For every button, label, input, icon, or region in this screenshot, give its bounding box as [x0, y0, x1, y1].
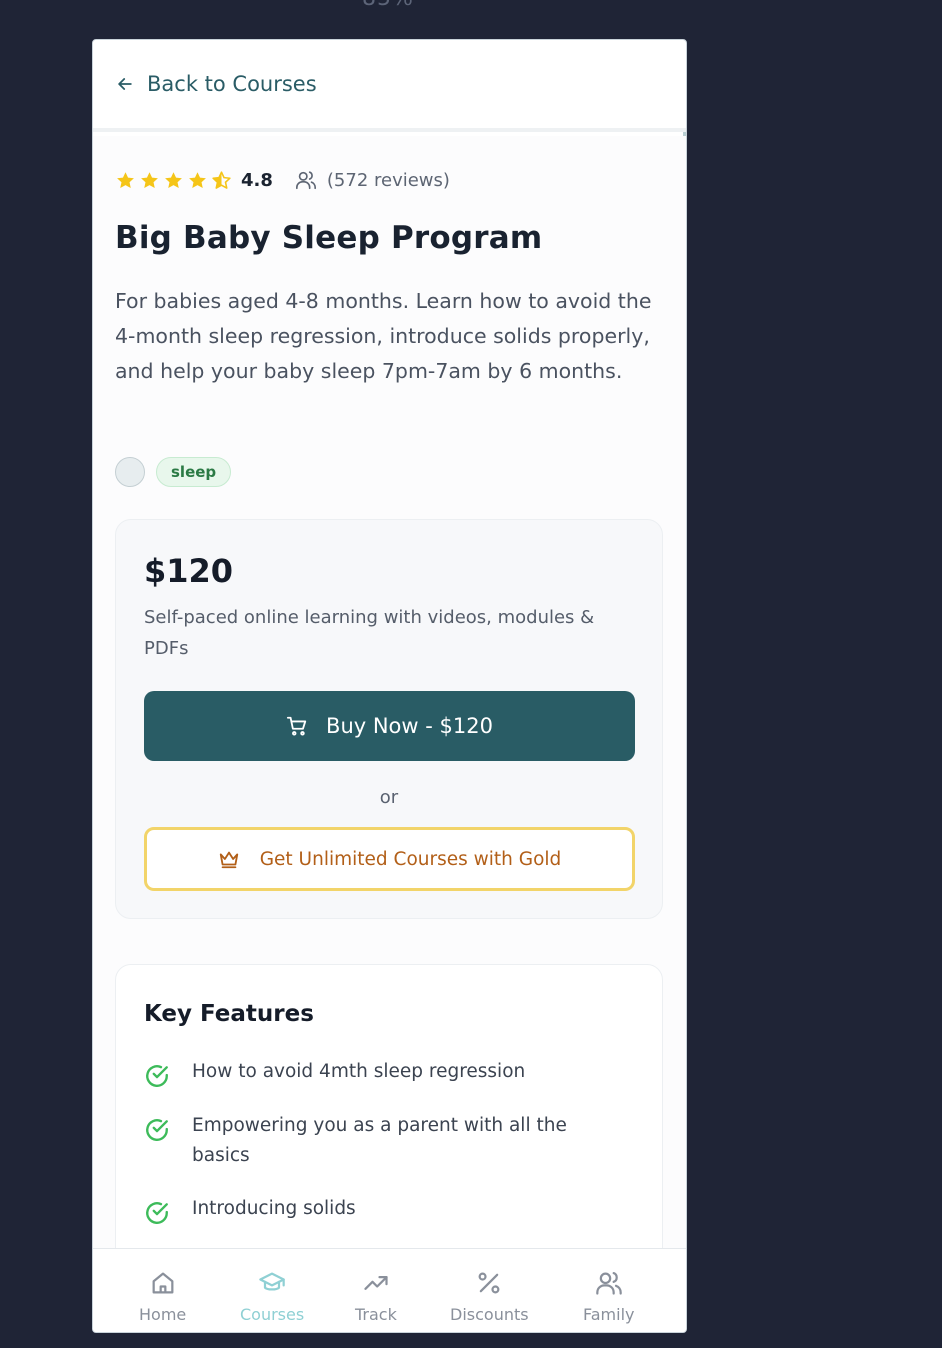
shopping-cart-icon	[286, 716, 307, 736]
buy-now-label: Buy Now - $120	[326, 714, 493, 738]
users-icon	[295, 171, 316, 190]
feature-item: Empowering you as a parent with all the …	[144, 1111, 624, 1171]
top-bar: Back to Courses	[93, 40, 686, 132]
nav-track[interactable]: Track	[355, 1269, 397, 1324]
course-title: Big Baby Sleep Program	[115, 220, 543, 256]
key-features-card: Key Features How to avoid 4mth sleep reg…	[115, 964, 663, 1294]
course-detail: 4.8 (572 reviews) Big Baby Sleep Program…	[93, 136, 686, 1294]
check-circle-icon	[146, 1119, 168, 1141]
star-icon	[117, 171, 134, 188]
feature-item: Introducing solids	[144, 1194, 624, 1226]
star-rating	[115, 170, 232, 191]
review-count[interactable]: (572 reviews)	[327, 170, 450, 191]
feature-text: How to avoid 4mth sleep regression	[192, 1061, 526, 1082]
get-gold-label: Get Unlimited Courses with Gold	[259, 848, 562, 870]
back-to-courses-link[interactable]: Back to Courses	[115, 72, 317, 96]
graduation-cap-icon	[259, 1272, 285, 1291]
feature-item: How to avoid 4mth sleep regression	[144, 1057, 624, 1089]
back-label: Back to Courses	[147, 72, 317, 96]
get-gold-button[interactable]: Get Unlimited Courses with Gold	[144, 827, 635, 891]
bottom-nav: Home Courses Track Discounts Family	[93, 1248, 686, 1332]
feature-text: Introducing solids	[192, 1198, 356, 1219]
key-features-title: Key Features	[144, 1001, 314, 1027]
price-subtitle: Self-paced online learning with videos, …	[144, 607, 595, 659]
nav-home[interactable]: Home	[139, 1269, 186, 1324]
nav-track-label: Track	[355, 1305, 397, 1324]
crown-icon	[219, 851, 238, 869]
trending-up-icon	[364, 1276, 388, 1290]
pricing-card: $120 Self-paced online learning with vid…	[115, 519, 663, 919]
check-circle-icon	[146, 1202, 168, 1224]
users-icon	[595, 1271, 622, 1295]
arrow-left-icon	[118, 78, 132, 90]
feature-text: Empowering you as a parent with all the …	[192, 1115, 567, 1166]
price: $120	[144, 552, 234, 590]
nav-discounts[interactable]: Discounts	[450, 1269, 529, 1324]
home-icon	[152, 1272, 174, 1294]
rating-value: 4.8	[241, 169, 273, 191]
course-description: For babies aged 4-8 months. Learn how to…	[115, 289, 652, 383]
nav-family[interactable]: Family	[583, 1269, 634, 1324]
star-icon	[141, 171, 158, 188]
star-icon	[189, 171, 206, 188]
nav-discounts-label: Discounts	[450, 1305, 529, 1324]
or-divider: or	[379, 787, 399, 808]
nav-courses-label: Courses	[240, 1305, 305, 1324]
nav-home-label: Home	[139, 1305, 187, 1324]
buy-now-button[interactable]: Buy Now - $120	[144, 691, 635, 761]
percent-icon	[478, 1272, 500, 1294]
nav-family-label: Family	[583, 1305, 635, 1324]
category-tag[interactable]: sleep	[156, 457, 232, 487]
nav-courses[interactable]: Courses	[240, 1269, 304, 1324]
star-icon	[165, 171, 182, 188]
app-frame: Back to Courses 4.8 (572 reviews) Big Ba…	[92, 39, 687, 1333]
zoom-level-label: 85%	[362, 0, 414, 11]
tag-row: sleep	[115, 457, 232, 487]
rating-row: 4.8 (572 reviews)	[115, 166, 450, 194]
check-circle-icon	[146, 1065, 168, 1087]
star-half-icon	[212, 170, 231, 189]
category-dot	[115, 457, 145, 487]
